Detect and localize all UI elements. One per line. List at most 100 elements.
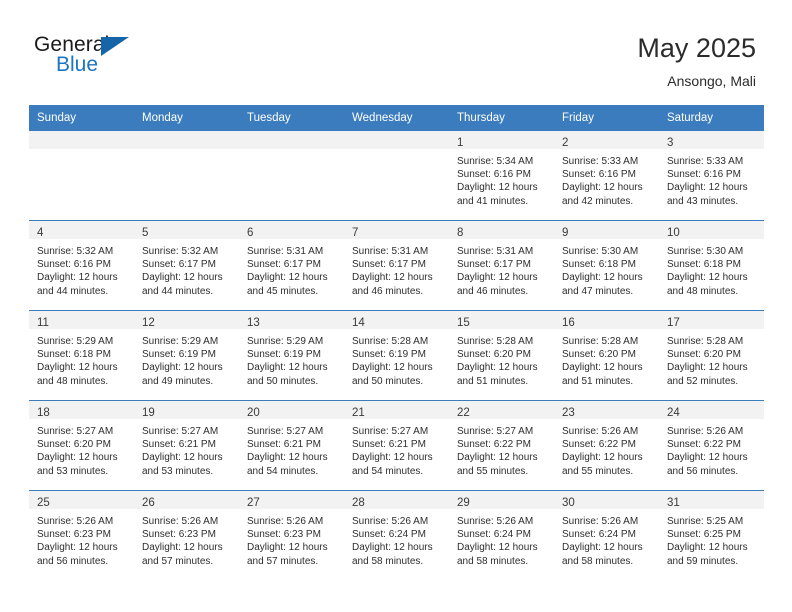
calendar-day-cell[interactable]: 6 Sunrise: 5:31 AM Sunset: 6:17 PM Daylight… [239, 220, 344, 310]
day-cell-inner: 30 Sunrise: 5:26 AM Sunset: 6:24 PM Dayligh… [554, 490, 659, 580]
calendar-day-cell[interactable]: 2 Sunrise: 5:33 AM Sunset: 6:16 PM Daylight… [554, 130, 659, 220]
day-number: 5 [142, 227, 149, 239]
calendar-day-cell[interactable]: 5 Sunrise: 5:32 AM Sunset: 6:17 PM Daylight… [134, 220, 239, 310]
day-number-band: 21 [344, 401, 449, 419]
day-detail-lines: Sunrise: 5:33 AM Sunset: 6:16 PM Daylight:… [554, 149, 659, 208]
calendar-week-row: 18 Sunrise: 5:27 AM Sunset: 6:20 PM Dayligh… [29, 400, 764, 490]
calendar-day-cell[interactable]: 26 Sunrise: 5:26 AM Sunset: 6:23 PM Dayligh… [134, 490, 239, 580]
calendar-day-cell[interactable]: 18 Sunrise: 5:27 AM Sunset: 6:20 PM Dayligh… [29, 400, 134, 490]
day-detail-lines: Sunrise: 5:27 AM Sunset: 6:22 PM Daylight:… [449, 419, 554, 478]
calendar-day-cell[interactable]: 24 Sunrise: 5:26 AM Sunset: 6:22 PM Dayligh… [659, 400, 764, 490]
daylight-text-line1: Daylight: 12 hours [352, 362, 433, 374]
sunset-text: Sunset: 6:20 PM [37, 439, 111, 451]
day-cell-inner [344, 130, 449, 220]
day-number-band: 18 [29, 401, 134, 419]
sunset-text: Sunset: 6:17 PM [247, 259, 321, 271]
calendar-day-cell[interactable]: 19 Sunrise: 5:27 AM Sunset: 6:21 PM Dayligh… [134, 400, 239, 490]
day-number-band: 5 [134, 221, 239, 239]
sunset-text: Sunset: 6:23 PM [247, 529, 321, 541]
calendar-day-cell[interactable]: 21 Sunrise: 5:27 AM Sunset: 6:21 PM Dayligh… [344, 400, 449, 490]
day-number-band [134, 131, 239, 149]
calendar-day-cell[interactable]: 15 Sunrise: 5:28 AM Sunset: 6:20 PM Dayligh… [449, 310, 554, 400]
calendar-day-cell[interactable]: 16 Sunrise: 5:28 AM Sunset: 6:20 PM Dayligh… [554, 310, 659, 400]
day-cell-inner: 14 Sunrise: 5:28 AM Sunset: 6:19 PM Dayligh… [344, 310, 449, 400]
daylight-text-line1: Daylight: 12 hours [457, 452, 538, 464]
calendar-day-cell[interactable]: 30 Sunrise: 5:26 AM Sunset: 6:24 PM Dayligh… [554, 490, 659, 580]
day-cell-inner: 6 Sunrise: 5:31 AM Sunset: 6:17 PM Daylight… [239, 220, 344, 310]
calendar-day-cell[interactable]: 25 Sunrise: 5:26 AM Sunset: 6:23 PM Dayligh… [29, 490, 134, 580]
weekday-header-saturday: Saturday [659, 105, 764, 130]
daylight-text-line1: Daylight: 12 hours [457, 542, 538, 554]
day-cell-inner: 23 Sunrise: 5:26 AM Sunset: 6:22 PM Dayligh… [554, 400, 659, 490]
daylight-text-line2: and 58 minutes. [457, 555, 529, 567]
day-number: 15 [457, 317, 470, 329]
sunrise-text: Sunrise: 5:26 AM [457, 516, 534, 527]
sunset-text: Sunset: 6:16 PM [667, 169, 741, 181]
day-cell-inner: 27 Sunrise: 5:26 AM Sunset: 6:23 PM Dayligh… [239, 490, 344, 580]
general-blue-logo[interactable]: General Blue [34, 33, 154, 81]
day-cell-inner: 10 Sunrise: 5:30 AM Sunset: 6:18 PM Dayligh… [659, 220, 764, 310]
calendar-day-cell[interactable]: 27 Sunrise: 5:26 AM Sunset: 6:23 PM Dayligh… [239, 490, 344, 580]
day-cell-inner: 26 Sunrise: 5:26 AM Sunset: 6:23 PM Dayligh… [134, 490, 239, 580]
day-cell-inner: 20 Sunrise: 5:27 AM Sunset: 6:21 PM Dayligh… [239, 400, 344, 490]
calendar-day-cell[interactable]: 31 Sunrise: 5:25 AM Sunset: 6:25 PM Dayligh… [659, 490, 764, 580]
day-number: 29 [457, 497, 470, 509]
day-number: 23 [562, 407, 575, 419]
calendar-day-cell[interactable]: 13 Sunrise: 5:29 AM Sunset: 6:19 PM Dayligh… [239, 310, 344, 400]
day-number-band [239, 131, 344, 149]
calendar-day-cell[interactable]: 20 Sunrise: 5:27 AM Sunset: 6:21 PM Dayligh… [239, 400, 344, 490]
day-cell-inner: 16 Sunrise: 5:28 AM Sunset: 6:20 PM Dayligh… [554, 310, 659, 400]
daylight-text-line2: and 48 minutes. [667, 285, 739, 297]
sunset-text: Sunset: 6:22 PM [457, 439, 531, 451]
weekday-header-wednesday: Wednesday [344, 105, 449, 130]
calendar-day-cell[interactable]: 17 Sunrise: 5:28 AM Sunset: 6:20 PM Dayligh… [659, 310, 764, 400]
daylight-text-line2: and 58 minutes. [562, 555, 634, 567]
day-detail-lines: Sunrise: 5:28 AM Sunset: 6:20 PM Daylight:… [659, 329, 764, 388]
day-number-band: 24 [659, 401, 764, 419]
day-number-band: 15 [449, 311, 554, 329]
sunrise-text: Sunrise: 5:26 AM [562, 516, 639, 527]
calendar-day-cell[interactable]: 22 Sunrise: 5:27 AM Sunset: 6:22 PM Dayligh… [449, 400, 554, 490]
calendar-day-cell[interactable]: 1 Sunrise: 5:34 AM Sunset: 6:16 PM Daylight… [449, 130, 554, 220]
day-cell-inner: 21 Sunrise: 5:27 AM Sunset: 6:21 PM Dayligh… [344, 400, 449, 490]
calendar-day-cell[interactable]: 11 Sunrise: 5:29 AM Sunset: 6:18 PM Dayligh… [29, 310, 134, 400]
day-detail-lines: Sunrise: 5:27 AM Sunset: 6:21 PM Daylight:… [239, 419, 344, 478]
daylight-text-line1: Daylight: 12 hours [562, 452, 643, 464]
day-cell-inner: 7 Sunrise: 5:31 AM Sunset: 6:17 PM Daylight… [344, 220, 449, 310]
title-block: May 2025 Ansongo, Mali [637, 32, 756, 91]
day-number: 31 [667, 497, 680, 509]
calendar-day-cell[interactable]: 10 Sunrise: 5:30 AM Sunset: 6:18 PM Dayligh… [659, 220, 764, 310]
calendar-day-cell[interactable]: 23 Sunrise: 5:26 AM Sunset: 6:22 PM Dayligh… [554, 400, 659, 490]
sunset-text: Sunset: 6:24 PM [457, 529, 531, 541]
daylight-text-line1: Daylight: 12 hours [247, 542, 328, 554]
daylight-text-line2: and 56 minutes. [667, 465, 739, 477]
day-detail-lines: Sunrise: 5:26 AM Sunset: 6:22 PM Daylight:… [554, 419, 659, 478]
calendar-day-cell[interactable]: 14 Sunrise: 5:28 AM Sunset: 6:19 PM Dayligh… [344, 310, 449, 400]
daylight-text-line1: Daylight: 12 hours [247, 362, 328, 374]
day-detail-lines: Sunrise: 5:26 AM Sunset: 6:22 PM Daylight:… [659, 419, 764, 478]
calendar-day-cell[interactable]: 9 Sunrise: 5:30 AM Sunset: 6:18 PM Daylight… [554, 220, 659, 310]
day-number-band: 9 [554, 221, 659, 239]
sunrise-text: Sunrise: 5:27 AM [247, 426, 324, 437]
calendar-day-cell[interactable]: 29 Sunrise: 5:26 AM Sunset: 6:24 PM Dayligh… [449, 490, 554, 580]
day-number: 12 [142, 317, 155, 329]
daylight-text-line2: and 46 minutes. [457, 285, 529, 297]
day-number: 18 [37, 407, 50, 419]
day-number-band [29, 131, 134, 149]
sunset-text: Sunset: 6:19 PM [142, 349, 216, 361]
day-number: 16 [562, 317, 575, 329]
page-header: General Blue May 2025 Ansongo, Mali [0, 0, 792, 103]
calendar-day-cell[interactable]: 3 Sunrise: 5:33 AM Sunset: 6:16 PM Daylight… [659, 130, 764, 220]
calendar-day-cell[interactable]: 12 Sunrise: 5:29 AM Sunset: 6:19 PM Dayligh… [134, 310, 239, 400]
calendar-day-cell[interactable]: 7 Sunrise: 5:31 AM Sunset: 6:17 PM Daylight… [344, 220, 449, 310]
daylight-text-line1: Daylight: 12 hours [667, 542, 748, 554]
daylight-text-line2: and 51 minutes. [562, 375, 634, 387]
calendar-day-cell[interactable]: 28 Sunrise: 5:26 AM Sunset: 6:24 PM Dayligh… [344, 490, 449, 580]
daylight-text-line2: and 55 minutes. [562, 465, 634, 477]
sunrise-text: Sunrise: 5:26 AM [247, 516, 324, 527]
calendar-day-cell[interactable]: 4 Sunrise: 5:32 AM Sunset: 6:16 PM Daylight… [29, 220, 134, 310]
daylight-text-line2: and 43 minutes. [667, 195, 739, 207]
day-detail-lines: Sunrise: 5:31 AM Sunset: 6:17 PM Daylight:… [239, 239, 344, 298]
sunset-text: Sunset: 6:20 PM [667, 349, 741, 361]
calendar-day-cell[interactable]: 8 Sunrise: 5:31 AM Sunset: 6:17 PM Daylight… [449, 220, 554, 310]
